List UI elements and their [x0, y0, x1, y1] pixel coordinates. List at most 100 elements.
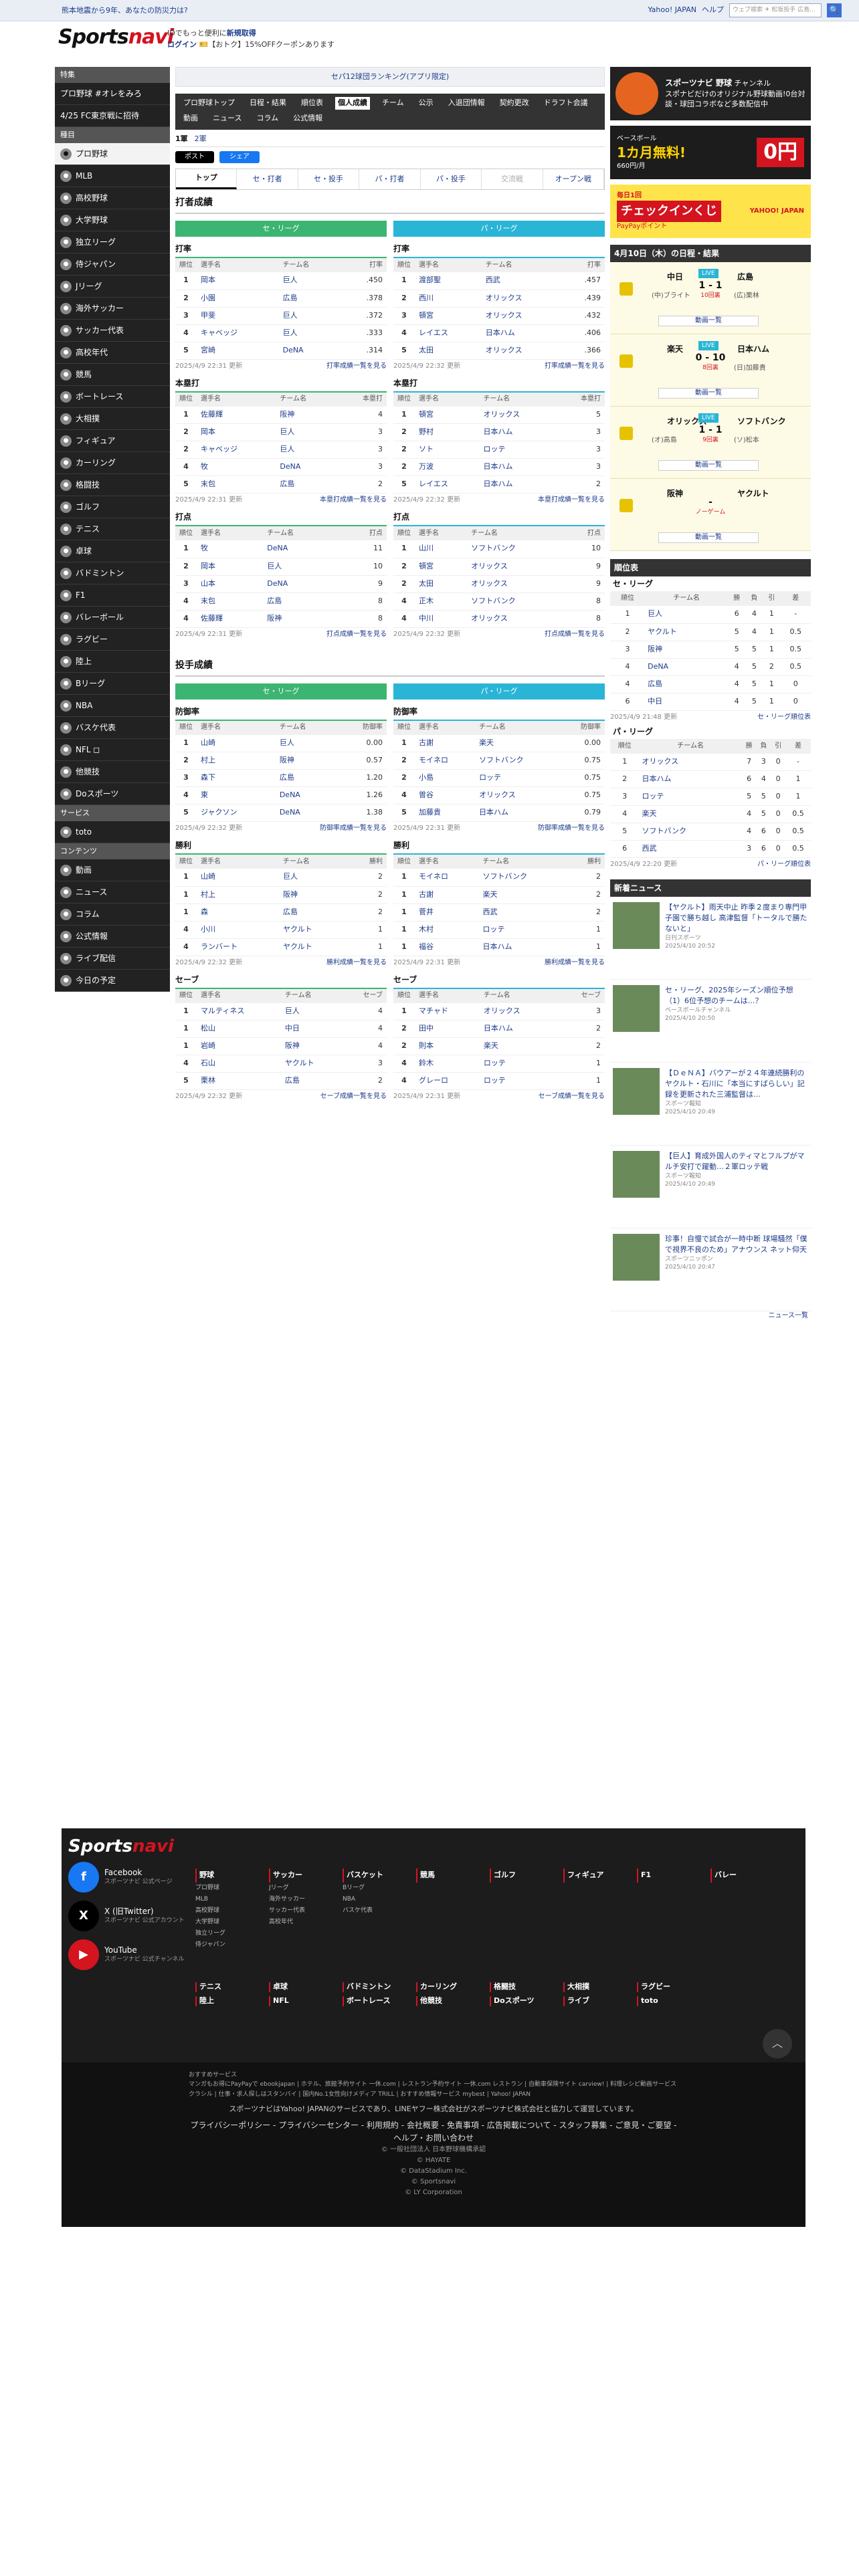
- player-name-link[interactable]: 頓宮: [415, 307, 482, 325]
- player-name-link[interactable]: 岡本: [197, 272, 279, 290]
- sidebar-item[interactable]: ● F1: [55, 584, 170, 607]
- yahoo-japan-link[interactable]: Yahoo! JAPAN: [648, 5, 696, 15]
- sidebar-item[interactable]: ● サッカー代表: [55, 320, 170, 342]
- team-name-link[interactable]: 阪神: [645, 641, 729, 659]
- news-title[interactable]: 【ＤｅＮＡ】バウアーが２４年連続勝利のヤクルト・石川に「本当にすばらしい」記録を…: [665, 1068, 808, 1100]
- team-name-link[interactable]: 日本ハム: [475, 804, 560, 822]
- team-name-link[interactable]: 巨人: [278, 307, 343, 325]
- team-name-link[interactable]: ソフトバンク: [467, 540, 565, 558]
- news-title[interactable]: 【ヤクルト】雨天中止 昨季２度まり専門甲子園で勝ち越し 高津監督「トータルで勝た…: [665, 902, 808, 934]
- news-title[interactable]: セ・リーグ、2025年シーズン順位予想（1）6位予想のチームは…？: [665, 985, 808, 1006]
- player-name-link[interactable]: マチャド: [415, 1002, 480, 1021]
- player-name-link[interactable]: 田中: [415, 1020, 480, 1038]
- player-name-link[interactable]: 岡本: [197, 423, 276, 441]
- team-name-link[interactable]: ヤクルト: [279, 921, 348, 939]
- more-link[interactable]: 防御率成績一覧を見る: [538, 824, 605, 833]
- sidebar-item[interactable]: ● バドミントン: [55, 562, 170, 584]
- team-name-link[interactable]: 日本ハム: [479, 475, 557, 494]
- player-name-link[interactable]: 渡部聖: [415, 272, 482, 290]
- player-name-link[interactable]: 菅井: [415, 903, 479, 922]
- top-notice-link[interactable]: 熊本地震から9年、あなたの防災力は?: [62, 6, 188, 16]
- player-name-link[interactable]: 木村: [415, 921, 479, 939]
- footer-link[interactable]: NBA: [343, 1894, 401, 1905]
- team-name-link[interactable]: 巨人: [275, 734, 337, 752]
- player-name-link[interactable]: グレーロ: [415, 1072, 480, 1090]
- footer-column-head[interactable]: NFL: [269, 1996, 328, 2006]
- stats-tab[interactable]: 交流戦: [482, 169, 543, 189]
- player-name-link[interactable]: 末包: [197, 475, 276, 494]
- news-item[interactable]: セ・リーグ、2025年シーズン順位予想（1）6位予想のチームは…？ ベースボールチ…: [610, 980, 811, 1063]
- footer-link[interactable]: 大学野球: [195, 1917, 254, 1928]
- player-name-link[interactable]: ジャクソン: [197, 804, 276, 822]
- footer-link[interactable]: Jリーグ: [269, 1883, 328, 1894]
- team-name-link[interactable]: 広島: [263, 593, 340, 611]
- nav-item[interactable]: ドラフト会議: [541, 97, 591, 110]
- team-name-link[interactable]: 日本ハム: [639, 770, 742, 788]
- team-name-link[interactable]: オリックス: [475, 786, 560, 804]
- game-card[interactable]: オリックス ソフトバンク LIVE 1 - 1 9回裏 (オ)高島 (ソ)松本 動画一覧: [610, 407, 811, 479]
- more-link[interactable]: 打率成績一覧を見る: [545, 362, 605, 371]
- sidebar-item[interactable]: ● ニュース: [55, 881, 170, 903]
- team-name-link[interactable]: 巨人: [279, 869, 348, 887]
- sidebar-item[interactable]: ● NFL ◻: [55, 739, 170, 761]
- team-name-link[interactable]: 広島: [275, 769, 337, 787]
- player-name-link[interactable]: 頓宮: [415, 406, 480, 424]
- team-name-link[interactable]: ソフトバンク: [467, 593, 565, 611]
- footer-link[interactable]: サッカー代表: [269, 1905, 328, 1917]
- player-name-link[interactable]: 松山: [197, 1020, 281, 1038]
- team-name-link[interactable]: 広島: [278, 290, 343, 308]
- more-link[interactable]: 防御率成績一覧を見る: [320, 824, 387, 833]
- player-name-link[interactable]: 則本: [415, 1037, 480, 1055]
- player-name-link[interactable]: 山本: [197, 575, 264, 593]
- footer-logo[interactable]: Sportsnavi: [68, 1836, 174, 1856]
- news-title[interactable]: 珍事！自慢で試合が一時中断 球場騒然「僕で視界不良のため」アナウンス ネット仰天: [665, 1234, 808, 1255]
- footer-column-head[interactable]: ライブ: [563, 1996, 622, 2006]
- x-share-button[interactable]: ポスト: [175, 151, 214, 163]
- team-name-link[interactable]: ロッテ: [639, 788, 742, 806]
- player-name-link[interactable]: 加藤貴: [415, 804, 476, 822]
- sidebar-item[interactable]: ● ボートレース: [55, 386, 170, 408]
- more-link[interactable]: セーブ成績一覧を見る: [320, 1092, 387, 1101]
- footer-link[interactable]: 侍ジャパン: [195, 1939, 254, 1951]
- team-name-link[interactable]: 巨人: [280, 1002, 342, 1021]
- team-name-link[interactable]: オリックス: [639, 753, 742, 771]
- footer-column-head[interactable]: 野球: [195, 1868, 254, 1883]
- more-link[interactable]: 打点成績一覧を見る: [545, 630, 605, 639]
- player-name-link[interactable]: 宮崎: [197, 342, 279, 360]
- sidebar-item[interactable]: ● ゴルフ: [55, 496, 170, 518]
- more-link[interactable]: 本塁打成績一覧を見る: [320, 496, 387, 505]
- sidebar-item[interactable]: ● NBA: [55, 695, 170, 717]
- login-link[interactable]: ログイン: [167, 40, 197, 49]
- sidebar-item[interactable]: ● toto: [55, 821, 170, 843]
- footer-link[interactable]: Bリーグ: [343, 1883, 401, 1894]
- team-name-link[interactable]: 楽天: [478, 886, 569, 904]
- team-name-link[interactable]: オリックス: [481, 290, 561, 308]
- nav-item[interactable]: 動画: [181, 112, 201, 125]
- team-name-link[interactable]: 日本ハム: [479, 423, 557, 441]
- player-name-link[interactable]: 岡本: [197, 558, 264, 576]
- footer-column-head[interactable]: F1: [637, 1868, 696, 1883]
- stats-tab[interactable]: セ・投手: [298, 169, 360, 189]
- player-name-link[interactable]: 西川: [415, 290, 482, 308]
- team-name-link[interactable]: 広島: [279, 903, 348, 922]
- footer-column-head[interactable]: 大相撲: [563, 1982, 622, 1992]
- team-name-link[interactable]: ロッテ: [478, 921, 569, 939]
- game-card[interactable]: 阪神 ヤクルト - ノーゲーム 動画一覧: [610, 479, 811, 551]
- nav-item[interactable]: ニュース: [210, 112, 244, 125]
- news-item[interactable]: 【ヤクルト】雨天中止 昨季２度まり専門甲子園で勝ち越し 高津監督「トータルで勝た…: [610, 897, 811, 980]
- footer-link[interactable]: プロ野球: [195, 1883, 254, 1894]
- sidebar-item[interactable]: ● バスケ代表: [55, 717, 170, 739]
- sidebar-item[interactable]: ● MLB: [55, 165, 170, 187]
- player-name-link[interactable]: 牧: [197, 458, 276, 476]
- team-name-link[interactable]: 阪神: [275, 752, 337, 770]
- social-link[interactable]: X X (旧Twitter) スポーツナビ 公式アカウント: [68, 1901, 185, 1931]
- team-name-link[interactable]: 阪神: [279, 886, 348, 904]
- nav-item[interactable]: 入退団情報: [446, 97, 488, 110]
- player-name-link[interactable]: 村上: [197, 886, 280, 904]
- team-name-link[interactable]: 阪神: [276, 406, 337, 424]
- player-name-link[interactable]: 山川: [415, 540, 468, 558]
- team-name-link[interactable]: ヤクルト: [280, 1055, 342, 1073]
- team-name-link[interactable]: 日本ハム: [481, 324, 561, 342]
- nav-item[interactable]: チーム: [379, 97, 407, 110]
- player-name-link[interactable]: ソト: [415, 441, 480, 459]
